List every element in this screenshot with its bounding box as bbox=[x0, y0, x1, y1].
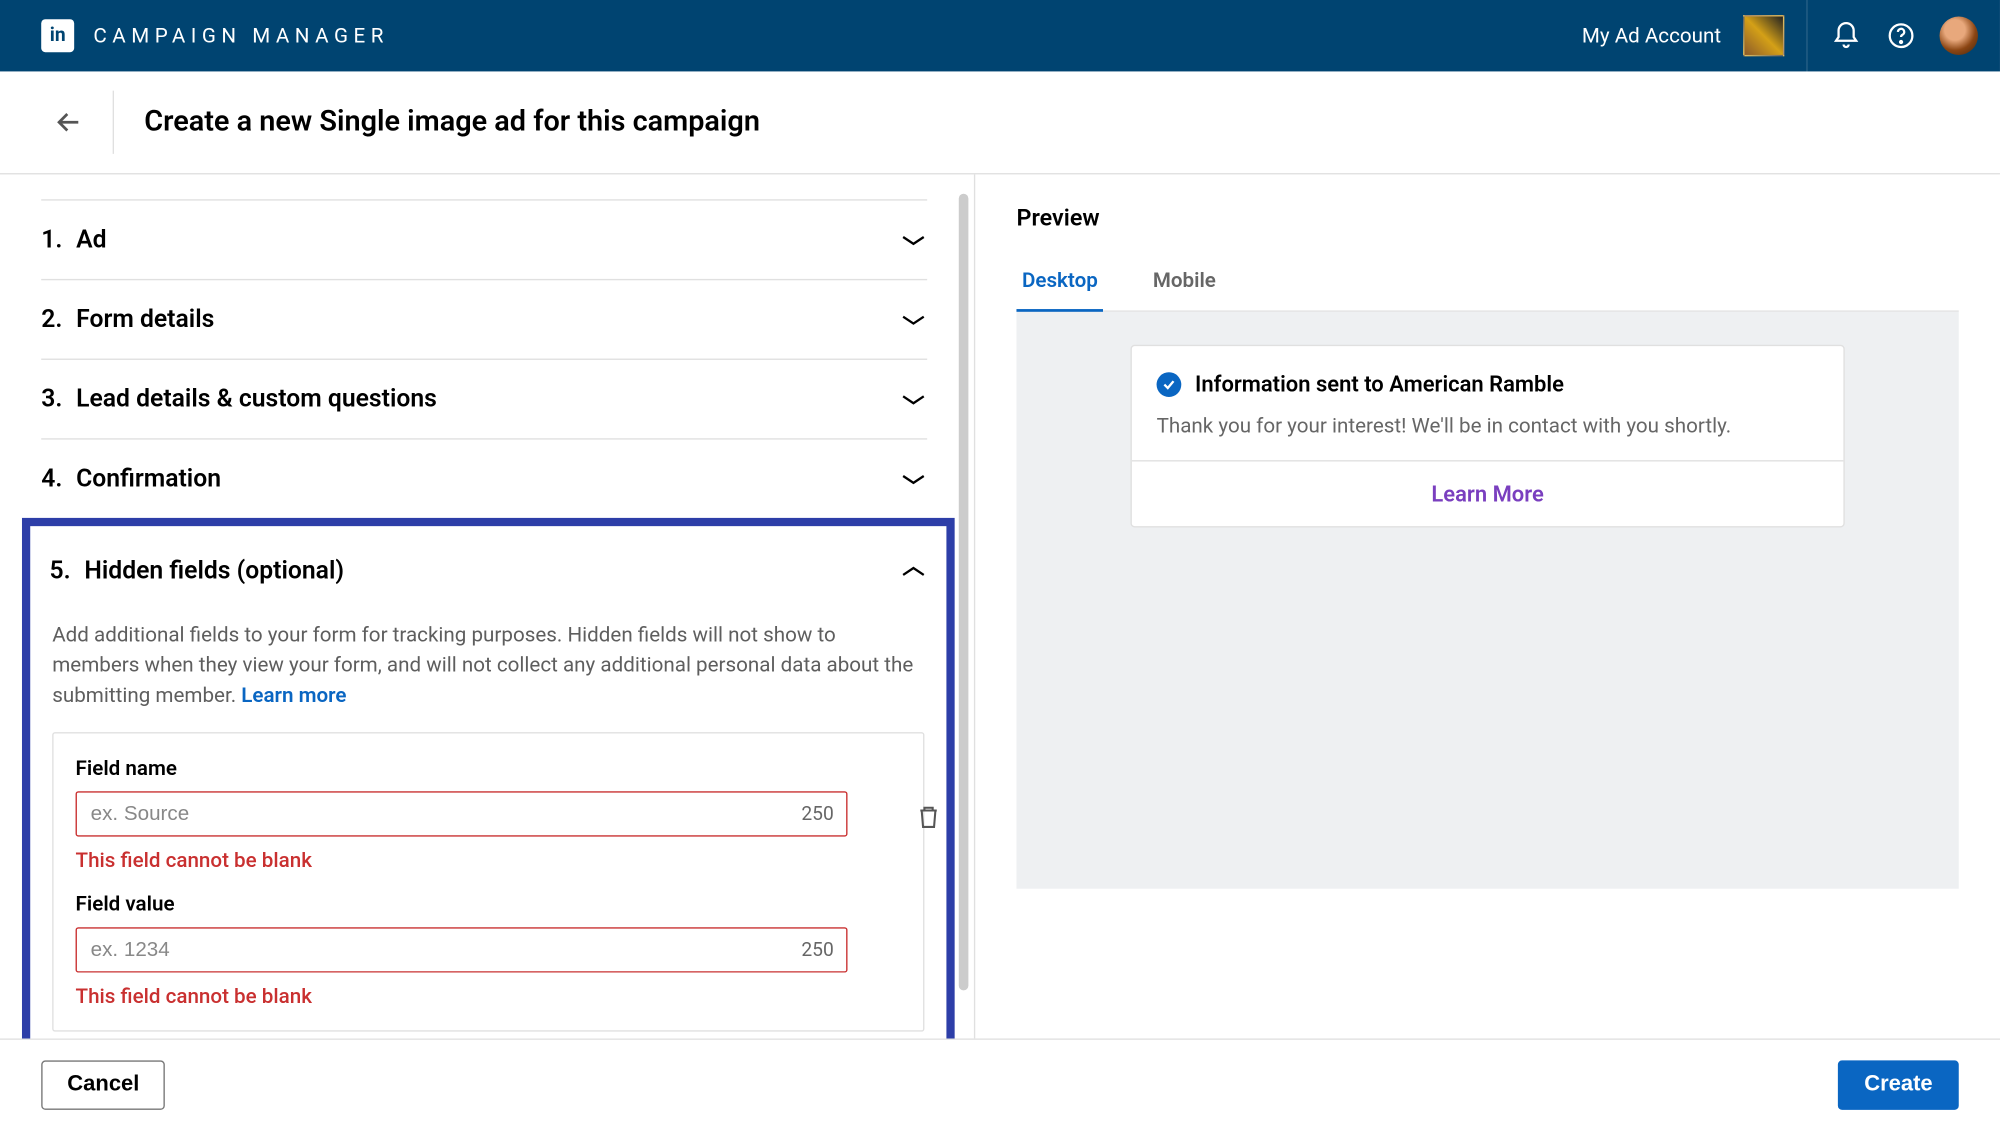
account-thumbnail[interactable] bbox=[1743, 15, 1784, 56]
preview-title: Preview bbox=[1016, 205, 1958, 232]
section-header[interactable]: 5. Hidden fields (optional) bbox=[49, 537, 927, 621]
accordion-section-hidden-fields: 5. Hidden fields (optional) Add addition… bbox=[22, 518, 955, 1039]
linkedin-logo-icon: in bbox=[41, 19, 74, 52]
section-label: Form details bbox=[76, 305, 214, 334]
section-label: Ad bbox=[76, 225, 106, 254]
chevron-down-icon bbox=[900, 389, 927, 408]
chevron-down-icon bbox=[900, 310, 927, 329]
chevron-down-icon bbox=[900, 230, 927, 249]
app-title: CAMPAIGN MANAGER bbox=[93, 23, 389, 48]
notifications-icon[interactable] bbox=[1830, 19, 1863, 52]
scrollbar[interactable] bbox=[959, 194, 969, 991]
form-pane: 1. Ad 2. Form details bbox=[0, 174, 975, 1038]
divider bbox=[1806, 0, 1807, 71]
field-name-input[interactable] bbox=[76, 792, 848, 837]
char-count: 250 bbox=[801, 803, 833, 825]
global-header: in CAMPAIGN MANAGER My Ad Account bbox=[0, 0, 2000, 71]
section-label: Lead details & custom questions bbox=[76, 385, 437, 414]
section-label: Hidden fields (optional) bbox=[84, 556, 344, 585]
section-number: 1. bbox=[41, 225, 62, 254]
field-value-label: Field value bbox=[76, 892, 902, 917]
learn-more-link[interactable]: Learn more bbox=[241, 682, 346, 707]
back-button[interactable] bbox=[41, 95, 96, 150]
preview-heading: Information sent to American Ramble bbox=[1195, 371, 1564, 397]
account-name[interactable]: My Ad Account bbox=[1582, 23, 1721, 48]
accordion-section-confirmation[interactable]: 4. Confirmation bbox=[41, 438, 927, 518]
section-number: 4. bbox=[41, 464, 62, 493]
user-avatar[interactable] bbox=[1940, 16, 1978, 54]
hidden-field-card: Field name 250 This field cannot be blan… bbox=[52, 732, 924, 1031]
field-name-error: This field cannot be blank bbox=[76, 848, 902, 873]
delete-field-button[interactable] bbox=[918, 805, 940, 830]
preview-canvas: Information sent to American Ramble Than… bbox=[1016, 312, 1958, 889]
page-title: Create a new Single image ad for this ca… bbox=[144, 106, 760, 139]
section-number: 3. bbox=[41, 385, 62, 414]
chevron-up-icon bbox=[900, 561, 927, 580]
accordion-section-form-details[interactable]: 2. Form details bbox=[41, 279, 927, 359]
footer-bar: Cancel Create bbox=[0, 1038, 2000, 1129]
preview-pane: Preview Desktop Mobile Information sent … bbox=[975, 174, 2000, 1038]
page-header: Create a new Single image ad for this ca… bbox=[0, 71, 2000, 174]
chevron-down-icon bbox=[900, 469, 927, 488]
preview-cta-link[interactable]: Learn More bbox=[1132, 462, 1844, 527]
field-value-input[interactable] bbox=[76, 928, 848, 973]
check-circle-icon bbox=[1157, 372, 1182, 397]
divider bbox=[113, 91, 114, 154]
cancel-button[interactable]: Cancel bbox=[41, 1060, 165, 1109]
preview-card: Information sent to American Ramble Than… bbox=[1130, 345, 1844, 528]
field-name-label: Field name bbox=[76, 756, 902, 781]
section-number: 5. bbox=[49, 556, 70, 585]
tab-desktop[interactable]: Desktop bbox=[1016, 257, 1103, 312]
char-count: 250 bbox=[801, 939, 833, 961]
accordion-section-lead-details[interactable]: 3. Lead details & custom questions bbox=[41, 359, 927, 439]
help-icon[interactable] bbox=[1885, 19, 1918, 52]
section-description: Add additional fields to your form for t… bbox=[49, 621, 927, 727]
accordion-section-ad[interactable]: 1. Ad bbox=[41, 199, 927, 279]
preview-subtext: Thank you for your interest! We'll be in… bbox=[1157, 413, 1819, 438]
tab-mobile[interactable]: Mobile bbox=[1147, 257, 1221, 311]
section-number: 2. bbox=[41, 305, 62, 334]
field-value-error: This field cannot be blank bbox=[76, 984, 902, 1009]
create-button[interactable]: Create bbox=[1838, 1060, 1959, 1109]
section-label: Confirmation bbox=[76, 464, 221, 493]
